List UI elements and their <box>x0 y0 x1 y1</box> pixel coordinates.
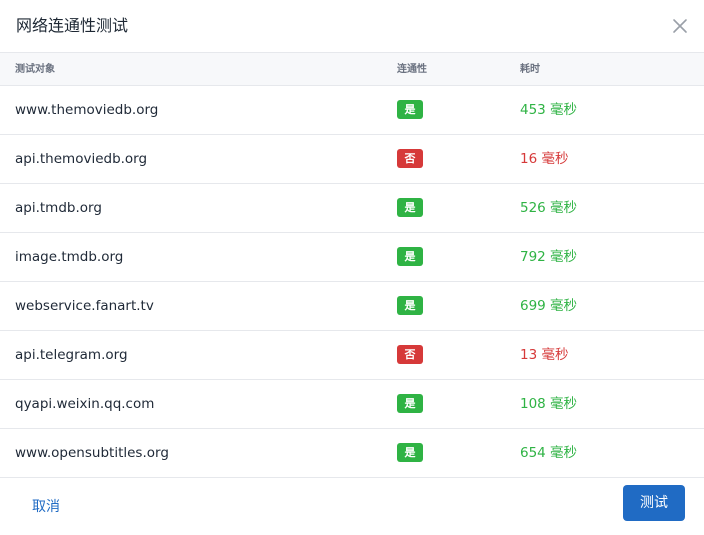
header-connectivity: 连通性 <box>397 64 427 75</box>
table-body: www.themoviedb.org 是 453 毫秒 api.themoviedb.… <box>0 86 704 478</box>
network-test-dialog: 网络连通性测试 测试对象 连通性 耗时 www.themoviedb.org 是 4… <box>0 0 704 535</box>
host-cell: api.telegram.org <box>15 347 128 363</box>
cancel-button[interactable]: 取消 <box>20 490 72 524</box>
connectivity-table: 测试对象 连通性 耗时 www.themoviedb.org 是 453 毫秒 api… <box>0 53 704 478</box>
elapsed-cell: 108 毫秒 <box>520 396 578 412</box>
host-cell: api.tmdb.org <box>15 200 102 216</box>
elapsed-cell: 16 毫秒 <box>520 151 569 167</box>
elapsed-cell: 792 毫秒 <box>520 249 578 265</box>
elapsed-cell: 699 毫秒 <box>520 298 578 314</box>
table-row: api.themoviedb.org 否 16 毫秒 <box>0 135 704 184</box>
status-badge: 否 <box>397 149 423 168</box>
test-button[interactable]: 测试 <box>623 485 685 521</box>
elapsed-cell: 453 毫秒 <box>520 102 578 118</box>
dialog-header: 网络连通性测试 <box>0 0 704 53</box>
status-badge: 是 <box>397 296 423 315</box>
close-icon <box>673 19 687 33</box>
host-cell: www.themoviedb.org <box>15 102 159 118</box>
status-badge: 否 <box>397 345 423 364</box>
elapsed-cell: 654 毫秒 <box>520 445 578 461</box>
dialog-title: 网络连通性测试 <box>16 16 129 35</box>
table-row: api.telegram.org 否 13 毫秒 <box>0 331 704 380</box>
table-row: api.tmdb.org 是 526 毫秒 <box>0 184 704 233</box>
header-target: 测试对象 <box>15 64 55 75</box>
host-cell: qyapi.weixin.qq.com <box>15 396 155 412</box>
host-cell: www.opensubtitles.org <box>15 445 169 461</box>
table-row: qyapi.weixin.qq.com 是 108 毫秒 <box>0 380 704 429</box>
close-button[interactable] <box>670 16 690 36</box>
table-row: www.themoviedb.org 是 453 毫秒 <box>0 86 704 135</box>
table-row: webservice.fanart.tv 是 699 毫秒 <box>0 282 704 331</box>
status-badge: 是 <box>397 394 423 413</box>
host-cell: webservice.fanart.tv <box>15 298 154 314</box>
dialog-footer: 取消 测试 <box>0 478 704 535</box>
table-header: 测试对象 连通性 耗时 <box>0 53 704 86</box>
status-badge: 是 <box>397 247 423 266</box>
table-row: www.opensubtitles.org 是 654 毫秒 <box>0 429 704 478</box>
table-row: image.tmdb.org 是 792 毫秒 <box>0 233 704 282</box>
status-badge: 是 <box>397 198 423 217</box>
host-cell: api.themoviedb.org <box>15 151 148 167</box>
header-elapsed: 耗时 <box>520 64 540 75</box>
elapsed-cell: 13 毫秒 <box>520 347 569 363</box>
elapsed-cell: 526 毫秒 <box>520 200 578 216</box>
status-badge: 是 <box>397 443 423 462</box>
host-cell: image.tmdb.org <box>15 249 124 265</box>
status-badge: 是 <box>397 100 423 119</box>
